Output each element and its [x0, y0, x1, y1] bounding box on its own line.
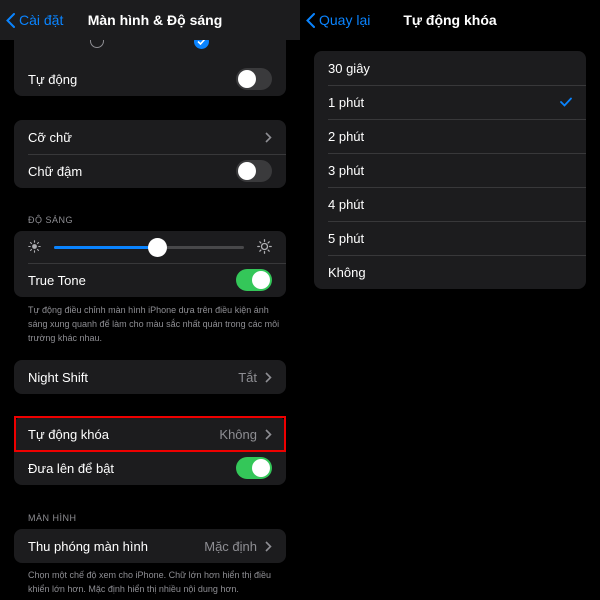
bold-text-toggle[interactable] [236, 160, 272, 182]
chevron-right-icon [265, 371, 272, 383]
chevron-right-icon [265, 131, 272, 143]
text-card: Cỡ chữ Chữ đậm [14, 120, 286, 188]
auto-lock-value: Không [219, 426, 257, 442]
chevron-left-icon [6, 12, 15, 28]
chevron-right-icon [265, 428, 272, 440]
lock-card: Tự động khóa Không Đưa lên để bật [14, 417, 286, 485]
auto-lock-option[interactable]: 30 giây [314, 51, 586, 85]
brightness-card: True Tone [14, 231, 286, 297]
auto-lock-screen: Quay lại Tự động khóa 30 giây 1 phút 2 phú… [300, 0, 600, 600]
display-zoom-value: Mặc định [204, 538, 257, 554]
auto-appearance-toggle[interactable] [236, 68, 272, 90]
brightness-slider[interactable] [54, 238, 244, 257]
auto-lock-option-label: 30 giây [328, 60, 370, 76]
auto-lock-option[interactable]: Không [314, 255, 586, 289]
bold-text-label: Chữ đậm [28, 163, 83, 179]
auto-lock-option-label: 1 phút [328, 94, 365, 110]
auto-lock-option-label: 3 phút [328, 162, 365, 178]
toggle-knob [238, 162, 256, 180]
raise-to-wake-label: Đưa lên để bật [28, 460, 115, 476]
nav-bar: Cài đặt Màn hình & Độ sáng [0, 0, 300, 40]
text-size-row[interactable]: Cỡ chữ [14, 120, 286, 154]
auto-lock-option[interactable]: 1 phút [314, 85, 586, 119]
night-shift-row[interactable]: Night Shift Tắt [14, 360, 286, 394]
true-tone-row[interactable]: True Tone [14, 263, 286, 297]
back-button[interactable]: Quay lại [306, 12, 370, 28]
auto-lock-option-label: 5 phút [328, 230, 365, 246]
auto-lock-option-label: 2 phút [328, 128, 365, 144]
true-tone-note: Tự động điều chỉnh màn hình iPhone dựa t… [28, 305, 280, 343]
true-tone-toggle[interactable] [236, 269, 272, 291]
brightness-slider-row [14, 231, 286, 263]
toggle-knob [238, 70, 256, 88]
toggle-knob [252, 459, 270, 477]
back-label: Cài đặt [19, 12, 64, 28]
bold-text-row[interactable]: Chữ đậm [14, 154, 286, 188]
raise-to-wake-toggle[interactable] [236, 457, 272, 479]
night-shift-label: Night Shift [28, 369, 88, 385]
auto-lock-option[interactable]: 5 phút [314, 221, 586, 255]
back-button[interactable]: Cài đặt [6, 12, 63, 28]
chevron-left-icon [306, 12, 315, 28]
display-zoom-note: Chọn một chế độ xem cho iPhone. Chữ lớn … [28, 570, 271, 594]
display-header: MÀN HÌNH [28, 513, 77, 523]
sun-small-icon [28, 240, 41, 253]
night-shift-card: Night Shift Tắt [14, 360, 286, 394]
auto-appearance-label: Tự động [28, 71, 78, 87]
back-label: Quay lại [319, 12, 371, 28]
auto-lock-option[interactable]: 4 phút [314, 187, 586, 221]
sun-large-icon [257, 239, 272, 254]
toggle-knob [252, 271, 270, 289]
auto-lock-option-label: Không [328, 264, 366, 280]
brightness-slider-thumb[interactable] [147, 238, 167, 257]
display-zoom-card: Thu phóng màn hình Mặc định [14, 529, 286, 563]
auto-lock-label: Tự động khóa [28, 426, 109, 442]
display-zoom-row[interactable]: Thu phóng màn hình Mặc định [14, 529, 286, 563]
auto-lock-row[interactable]: Tự động khóa Không [14, 417, 286, 451]
auto-lock-option[interactable]: 2 phút [314, 119, 586, 153]
brightness-header: ĐỘ SÁNG [28, 215, 74, 225]
night-shift-value: Tắt [238, 369, 257, 385]
auto-lock-option[interactable]: 3 phút [314, 153, 586, 187]
auto-lock-options-card: 30 giây 1 phút 2 phút 3 phút 4 phút 5 phút Khô… [314, 51, 586, 289]
auto-lock-option-label: 4 phút [328, 196, 365, 212]
text-size-label: Cỡ chữ [28, 129, 72, 145]
brightness-slider-fill [54, 246, 157, 249]
auto-appearance-row[interactable]: Tự động [14, 62, 286, 96]
display-brightness-screen: Tự động Cài đặt Màn hình & Độ sáng Cỡ ch… [0, 0, 300, 600]
chevron-right-icon [265, 540, 272, 552]
raise-to-wake-row[interactable]: Đưa lên để bật [14, 451, 286, 485]
true-tone-label: True Tone [28, 272, 86, 288]
nav-bar: Quay lại Tự động khóa [300, 0, 600, 40]
checkmark-icon [560, 97, 572, 107]
display-zoom-label: Thu phóng màn hình [28, 538, 148, 554]
